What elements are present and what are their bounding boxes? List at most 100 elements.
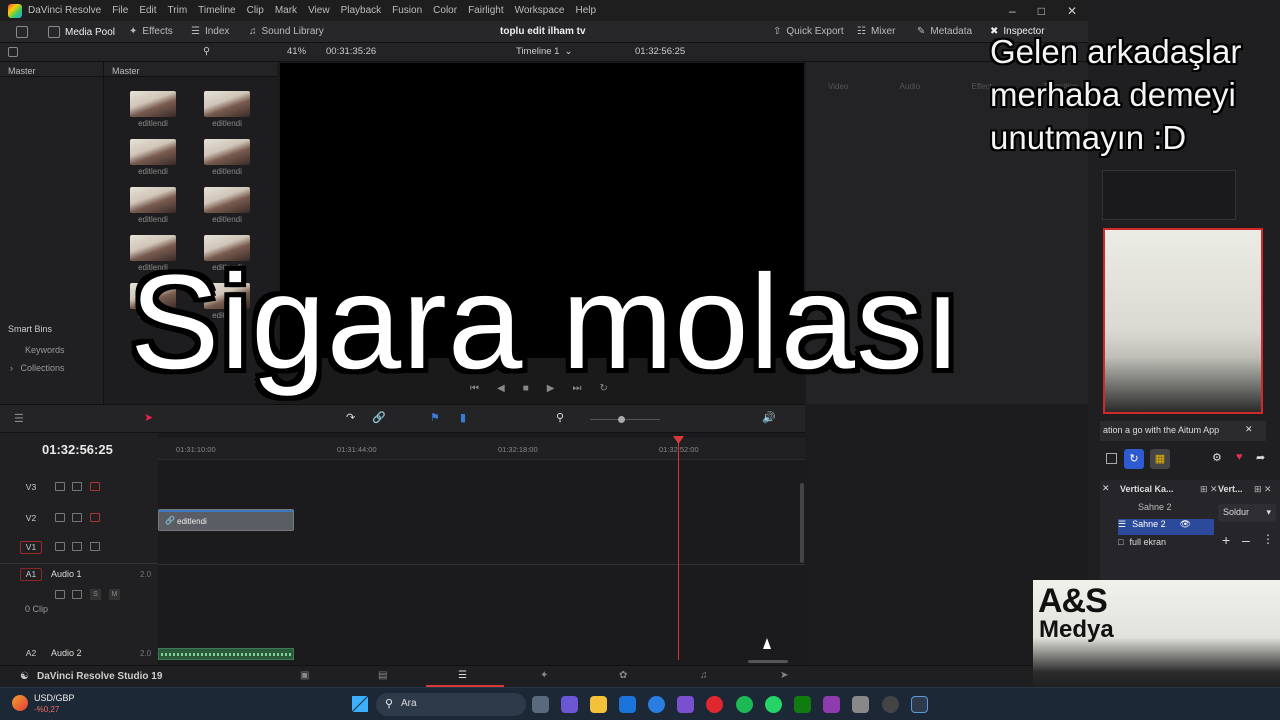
workspace-toggle-button[interactable] xyxy=(16,26,28,38)
teams-icon[interactable] xyxy=(561,696,578,713)
folder-icon[interactable]: ▦ xyxy=(1150,449,1170,469)
menu-workspace[interactable]: Workspace xyxy=(515,5,565,16)
close-icon[interactable]: ✕ xyxy=(1245,424,1253,435)
dock-icon[interactable]: ⊞ ✕ xyxy=(1254,484,1272,495)
remove-icon[interactable]: – xyxy=(1242,532,1250,548)
auto-select-icon[interactable] xyxy=(72,513,82,522)
clip-thumbnail[interactable] xyxy=(130,91,176,117)
minimize-icon[interactable]: – xyxy=(1009,4,1016,18)
tab-video[interactable]: Video xyxy=(828,82,848,91)
color-page-icon[interactable]: ✿ xyxy=(619,670,627,681)
checkbox-icon[interactable] xyxy=(1106,453,1117,464)
close-icon[interactable]: ✕ xyxy=(1067,4,1077,18)
dock-icon[interactable]: ⊞ ✕ xyxy=(1200,484,1218,495)
marker-icon[interactable]: ▮ xyxy=(460,411,466,424)
instagram-icon[interactable] xyxy=(823,696,840,713)
opera-icon[interactable] xyxy=(706,696,723,713)
menu-edit[interactable]: Edit xyxy=(139,5,156,16)
timeline-options-icon[interactable]: ☰ xyxy=(14,412,24,425)
scene-item[interactable]: □ full ekran xyxy=(1118,537,1214,553)
clip-thumbnail[interactable] xyxy=(130,187,176,213)
refresh-icon[interactable]: ↻ xyxy=(1124,449,1144,469)
timeline-clip-a2[interactable] xyxy=(158,648,294,660)
auto-select-icon[interactable] xyxy=(72,590,82,599)
keywords-bin[interactable]: Keywords xyxy=(25,345,65,355)
timeline-clip-v2[interactable]: 🔗 editlendi xyxy=(158,509,294,531)
task-view-icon[interactable] xyxy=(532,696,549,713)
timeline-ruler[interactable]: 01:31:10:00 01:31:44:00 01:32:18:00 01:3… xyxy=(158,438,805,460)
effects-button[interactable]: ✦ Effects xyxy=(129,26,173,37)
menu-trim[interactable]: Trim xyxy=(168,5,188,16)
disable-track-icon[interactable] xyxy=(90,482,100,491)
media-page-icon[interactable]: ▣ xyxy=(300,670,309,681)
clip-thumbnail[interactable] xyxy=(130,139,176,165)
whatsapp-icon[interactable] xyxy=(765,696,782,713)
menu-fairlight[interactable]: Fairlight xyxy=(468,5,504,16)
bin-view-controls[interactable]: ⚲ xyxy=(8,46,210,57)
metadata-button[interactable]: ✎ Metadata xyxy=(917,26,972,37)
obs-icon[interactable] xyxy=(882,696,899,713)
collections-bin[interactable]: › Collections xyxy=(10,363,65,373)
scene-item[interactable]: Sahne 2 xyxy=(1118,502,1214,518)
solo-button[interactable]: S xyxy=(90,589,101,600)
share-icon[interactable]: ➦ xyxy=(1256,451,1265,464)
timeline-area[interactable]: 🔗 editlendi xyxy=(158,433,805,665)
cut-page-icon[interactable]: ▤ xyxy=(378,670,387,681)
scene-item-selected[interactable]: ☰ Sahne 2 👁 xyxy=(1118,519,1214,535)
menu-app[interactable]: DaVinci Resolve xyxy=(28,5,101,16)
zoom-icon[interactable]: ⚲ xyxy=(556,411,564,424)
windows-start-icon[interactable] xyxy=(352,696,368,712)
fusion-page-icon[interactable]: ✦ xyxy=(540,670,548,681)
edge-icon[interactable] xyxy=(648,696,665,713)
settings-icon[interactable]: ⚙ xyxy=(1212,451,1222,464)
outlook-icon[interactable] xyxy=(619,696,636,713)
menu-file[interactable]: File xyxy=(112,5,128,16)
eye-icon[interactable]: 👁 xyxy=(1180,519,1191,529)
transition-select[interactable]: Soldur ▾ xyxy=(1218,504,1276,522)
index-button[interactable]: ☰ Index xyxy=(191,26,229,37)
master-bin[interactable]: Master xyxy=(0,62,103,77)
add-icon[interactable]: + xyxy=(1222,532,1230,548)
selection-tool-icon[interactable]: ➤ xyxy=(144,411,153,424)
search-icon[interactable]: ⚲ xyxy=(203,46,210,57)
menu-clip[interactable]: Clip xyxy=(247,5,264,16)
more-icon[interactable]: ⋮ xyxy=(1262,532,1274,546)
taskbar-search[interactable]: ⚲ Ara xyxy=(376,693,526,716)
lock-icon[interactable] xyxy=(55,482,65,491)
lock-icon[interactable] xyxy=(55,590,65,599)
zoom-slider[interactable] xyxy=(590,419,660,420)
mute-button[interactable]: M xyxy=(109,589,120,600)
fairlight-page-icon[interactable]: ♫ xyxy=(700,670,708,681)
spotify-icon[interactable] xyxy=(736,696,753,713)
app-icon[interactable] xyxy=(852,696,869,713)
quick-export-button[interactable]: ⇧ Quick Export xyxy=(773,26,844,37)
zoom-level[interactable]: 41% xyxy=(287,46,306,57)
horizontal-scrollbar[interactable] xyxy=(748,660,788,663)
snapping-icon[interactable]: ↷ xyxy=(346,411,355,424)
file-explorer-icon[interactable] xyxy=(590,696,607,713)
maximize-icon[interactable]: □ xyxy=(1038,4,1045,18)
lock-icon[interactable] xyxy=(55,513,65,522)
tab-audio[interactable]: Audio xyxy=(900,82,920,91)
menu-view[interactable]: View xyxy=(308,5,330,16)
playhead[interactable] xyxy=(678,438,679,660)
auto-select-icon[interactable] xyxy=(72,482,82,491)
volume-icon[interactable]: 🔊 xyxy=(762,411,776,424)
heart-icon[interactable]: ♥ xyxy=(1236,451,1243,463)
clip-thumbnail[interactable] xyxy=(204,139,250,165)
vertical-scrollbar[interactable] xyxy=(800,483,804,563)
sound-library-button[interactable]: ♫ Sound Library xyxy=(249,26,324,37)
disable-track-icon[interactable] xyxy=(90,542,100,551)
menu-timeline[interactable]: Timeline xyxy=(198,5,235,16)
tab-effect[interactable]: Effect xyxy=(971,82,991,91)
menu-mark[interactable]: Mark xyxy=(275,5,297,16)
xbox-icon[interactable] xyxy=(794,696,811,713)
lock-icon[interactable] xyxy=(55,542,65,551)
stock-widget-icon[interactable] xyxy=(12,695,28,711)
clip-thumbnail[interactable] xyxy=(204,91,250,117)
collapse-icon[interactable]: ✕ xyxy=(1102,483,1110,494)
mixer-button[interactable]: ☷ Mixer xyxy=(857,26,895,37)
davinci-taskbar-icon[interactable] xyxy=(911,696,928,713)
edit-page-icon[interactable]: ☰ xyxy=(458,670,467,681)
menu-color[interactable]: Color xyxy=(433,5,457,16)
